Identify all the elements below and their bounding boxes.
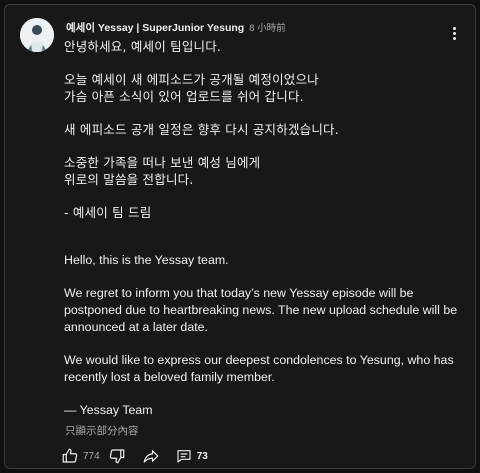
comment-text: 안녕하세요, 예세이 팀입니다. 오늘 예세이 새 에피소드가 공개될 예정이었… [64, 38, 464, 419]
author-name[interactable]: 예세이 Yessay | SuperJunior Yesung [66, 20, 244, 35]
comment-actions: 774 73 [61, 445, 208, 467]
text-line: We regret to inform you that today’s new… [64, 286, 414, 300]
show-less-link[interactable]: 只顯示部分內容 [65, 423, 139, 438]
text-line: 새 에피소드 공개 일정은 향후 다시 공지하겠습니다. [64, 122, 339, 137]
comment-header: 예세이 Yessay | SuperJunior Yesung 8 小時前 [66, 20, 286, 35]
share-icon [142, 447, 160, 465]
text-line: 가슴 아픈 소식이 있어 업로드를 쉬어 갑니다. [64, 89, 304, 104]
text-line: Hello, this is the Yessay team. [64, 253, 229, 267]
timestamp[interactable]: 8 小時前 [249, 20, 285, 34]
like-button[interactable]: 774 [61, 447, 108, 465]
text-line: - 예세이 팀 드림 [64, 205, 152, 220]
text-line: 위로의 말씀을 전합니다. [64, 172, 194, 187]
like-count: 774 [83, 450, 100, 462]
thumbs-down-icon [108, 447, 126, 465]
text-line: 안녕하세요, 예세이 팀입니다. [64, 39, 222, 54]
text-line: — Yessay Team [64, 403, 153, 417]
comment-card: 예세이 Yessay | SuperJunior Yesung 8 小時前 안녕… [4, 4, 476, 469]
share-button[interactable] [142, 447, 160, 465]
thumbs-up-icon [61, 447, 79, 465]
text-line: announced at a later date. [64, 320, 208, 334]
reply-count: 73 [196, 450, 208, 462]
text-line: recently lost a beloved family member. [64, 370, 275, 384]
avatar[interactable] [20, 18, 54, 52]
comment-icon [176, 448, 192, 464]
replies-button[interactable]: 73 [176, 448, 208, 464]
dislike-button[interactable] [108, 447, 126, 465]
text-line: postponed due to heartbreaking news. The… [64, 303, 458, 317]
text-line: 오늘 예세이 새 에피소드가 공개될 예정이었으나 [64, 72, 319, 87]
text-line: 소중한 가족을 떠나 보낸 예성 님에게 [64, 155, 261, 170]
text-line: We would like to express our deepest con… [64, 353, 454, 367]
